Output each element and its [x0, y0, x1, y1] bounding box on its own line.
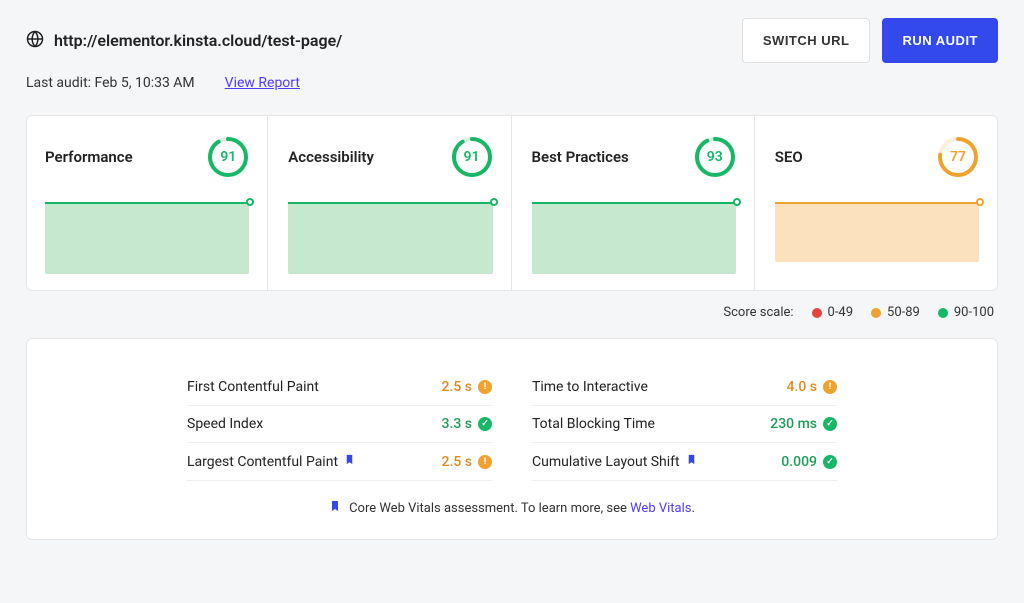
- bookmark-icon: [344, 453, 355, 470]
- legend-label: Score scale:: [723, 305, 793, 320]
- score-ring: 91: [451, 136, 493, 178]
- score-bar: [45, 202, 249, 274]
- score-bar: [775, 202, 979, 262]
- score-cards: Performance 91 Accessibility 91 Best Pra…: [26, 115, 998, 291]
- legend-orange: 50-89: [871, 305, 920, 320]
- metric-row: Speed Index 3.3 s✓: [187, 406, 492, 443]
- score-ring: 93: [694, 136, 736, 178]
- metric-value: 3.3 s✓: [442, 416, 493, 432]
- score-bar: [532, 202, 736, 274]
- metric-label: Cumulative Layout Shift: [532, 453, 697, 470]
- web-vitals-link[interactable]: Web Vitals: [630, 501, 691, 516]
- metric-label: Speed Index: [187, 416, 263, 432]
- metric-label: Time to Interactive: [532, 379, 648, 395]
- score-ring: 77: [937, 136, 979, 178]
- card-title: Best Practices: [532, 148, 629, 166]
- card-seo[interactable]: SEO 77: [757, 116, 997, 290]
- warning-icon: !: [478, 455, 492, 469]
- metric-value: 230 ms✓: [770, 416, 837, 432]
- legend-red: 0-49: [812, 305, 854, 320]
- web-vitals-note: Core Web Vitals assessment. To learn mor…: [187, 499, 837, 517]
- warning-icon: !: [823, 380, 837, 394]
- legend-green: 90-100: [938, 305, 994, 320]
- warning-icon: !: [478, 380, 492, 394]
- card-title: Accessibility: [288, 148, 374, 166]
- metric-value: 0.009✓: [781, 454, 837, 470]
- globe-icon: [26, 30, 44, 52]
- switch-url-button[interactable]: SWITCH URL: [742, 18, 871, 63]
- metric-label: Largest Contentful Paint: [187, 453, 355, 470]
- metric-value: 4.0 s!: [787, 379, 838, 395]
- card-accessibility[interactable]: Accessibility 91: [270, 116, 511, 290]
- metric-row: Total Blocking Time 230 ms✓: [532, 406, 837, 443]
- metric-row: Cumulative Layout Shift 0.009✓: [532, 443, 837, 481]
- card-title: Performance: [45, 148, 133, 166]
- card-best-practices[interactable]: Best Practices 93: [514, 116, 755, 290]
- metric-label: Total Blocking Time: [532, 416, 655, 432]
- check-icon: ✓: [823, 455, 837, 469]
- metric-label: First Contentful Paint: [187, 379, 319, 395]
- score-scale-legend: Score scale: 0-49 50-89 90-100: [26, 305, 994, 320]
- metric-row: First Contentful Paint 2.5 s!: [187, 369, 492, 406]
- bookmark-icon: [686, 453, 697, 470]
- metric-row: Time to Interactive 4.0 s!: [532, 369, 837, 406]
- check-icon: ✓: [823, 417, 837, 431]
- bookmark-icon: [329, 499, 341, 517]
- card-performance[interactable]: Performance 91: [27, 116, 268, 290]
- metric-value: 2.5 s!: [442, 379, 493, 395]
- metric-row: Largest Contentful Paint 2.5 s!: [187, 443, 492, 481]
- view-report-link[interactable]: View Report: [225, 75, 300, 91]
- card-title: SEO: [775, 148, 803, 166]
- metrics-panel: First Contentful Paint 2.5 s! Speed Index 3…: [26, 338, 998, 540]
- metric-value: 2.5 s!: [442, 454, 493, 470]
- score-ring: 91: [207, 136, 249, 178]
- score-bar: [288, 202, 492, 274]
- last-audit-text: Last audit: Feb 5, 10:33 AM: [26, 75, 195, 91]
- check-icon: ✓: [478, 417, 492, 431]
- audit-url: http://elementor.kinsta.cloud/test-page/: [54, 31, 342, 50]
- run-audit-button[interactable]: RUN AUDIT: [882, 18, 998, 63]
